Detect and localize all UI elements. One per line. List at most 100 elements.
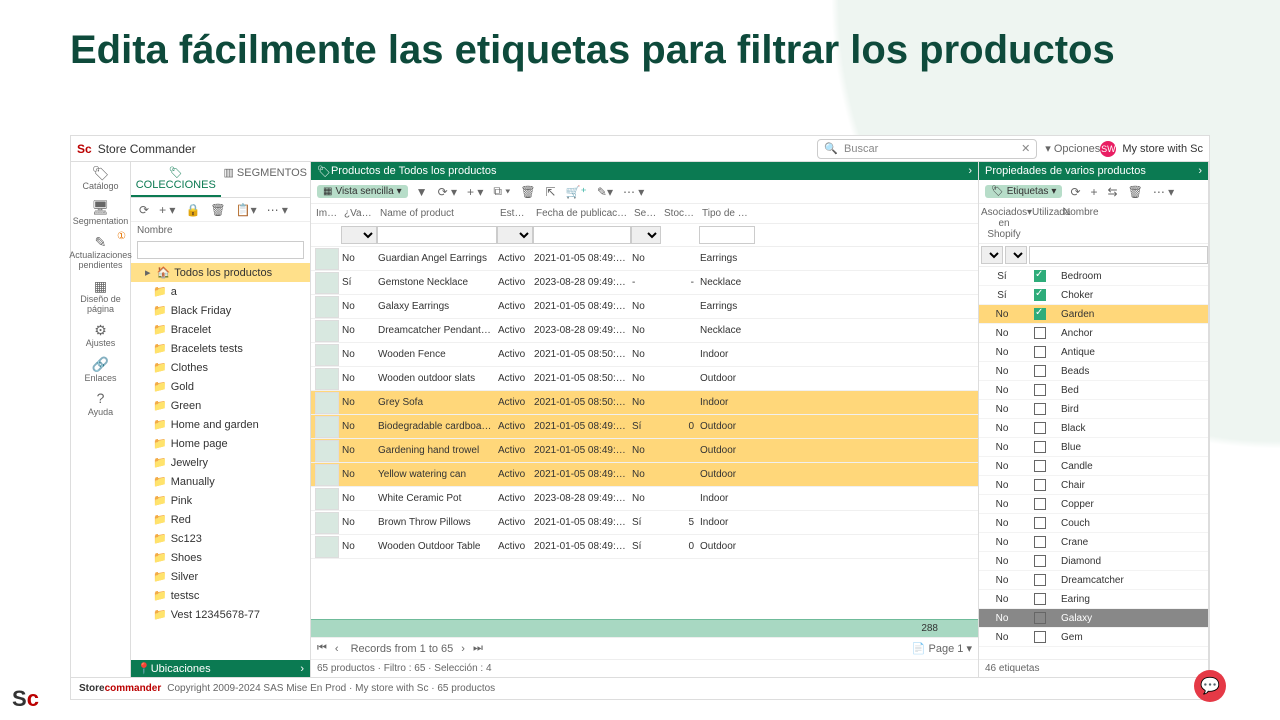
checkbox[interactable]	[1034, 593, 1046, 605]
checkbox[interactable]	[1034, 422, 1046, 434]
table-row[interactable]: NoWhite Ceramic PotActivo2023-08-28 09:4…	[311, 487, 978, 511]
table-row[interactable]: NoBiodegradable cardboard potsActivo2021…	[311, 415, 978, 439]
add-icon[interactable]: + ▾	[157, 203, 177, 217]
checkbox[interactable]	[1034, 289, 1046, 301]
prev-page-icon[interactable]: ‹	[335, 643, 339, 655]
filter-assoc[interactable]	[981, 246, 1003, 264]
table-row[interactable]: NoGardening hand trowelActivo2021-01-05 …	[311, 439, 978, 463]
filter-type[interactable]	[699, 226, 755, 244]
tree-item[interactable]: 📁Pink	[131, 491, 310, 510]
tree-item[interactable]: 📁Home page	[131, 434, 310, 453]
tree-item[interactable]: 📁Bracelet	[131, 320, 310, 339]
trash-icon[interactable]: 🗑	[1126, 185, 1145, 199]
filter-tagname[interactable]	[1029, 246, 1208, 264]
table-row[interactable]: NoYellow watering canActivo2021-01-05 08…	[311, 463, 978, 487]
refresh-icon[interactable]: ⟳ ▾	[436, 185, 459, 199]
collection-filter-input[interactable]	[137, 241, 304, 259]
checkbox[interactable]	[1034, 346, 1046, 358]
filter-status[interactable]	[497, 226, 533, 244]
clear-search-icon[interactable]: ✕	[1021, 142, 1030, 155]
filter-track[interactable]	[631, 226, 661, 244]
table-row[interactable]: NoWooden Outdoor TableActivo2021-01-05 0…	[311, 535, 978, 559]
tag-row[interactable]: NoGalaxy	[979, 609, 1208, 628]
tag-row[interactable]: NoGem	[979, 628, 1208, 647]
add-icon[interactable]: + ▾	[465, 185, 485, 199]
tag-row[interactable]: NoCopper	[979, 495, 1208, 514]
checkbox[interactable]	[1034, 441, 1046, 453]
refresh-icon[interactable]: ⟳	[1068, 185, 1082, 199]
checkbox[interactable]	[1034, 327, 1046, 339]
trash-icon[interactable]: 🗑	[518, 185, 537, 199]
sidebar-item-catalogo[interactable]: 🏷Catálogo	[71, 162, 130, 196]
refresh-icon[interactable]: ⟳	[137, 203, 151, 217]
sidebar-item-ajustes[interactable]: ⚙Ajustes	[71, 319, 130, 353]
sidebar-item-ayuda[interactable]: ?Ayuda	[71, 387, 130, 421]
next-page-icon[interactable]: ›	[461, 643, 465, 655]
more-icon[interactable]: ⋯ ▾	[1151, 185, 1176, 199]
tag-row[interactable]: NoCrane	[979, 533, 1208, 552]
tree-item[interactable]: 📁Green	[131, 396, 310, 415]
checkbox[interactable]	[1034, 631, 1046, 643]
tag-row[interactable]: NoChair	[979, 476, 1208, 495]
add-icon[interactable]: +	[1089, 185, 1100, 199]
tag-row[interactable]: NoDiamond	[979, 552, 1208, 571]
tag-row[interactable]: NoCandle	[979, 457, 1208, 476]
link-icon[interactable]: ⇆	[1106, 185, 1120, 199]
tree-item[interactable]: 📁Red	[131, 510, 310, 529]
tag-row[interactable]: NoBeads	[979, 362, 1208, 381]
table-row[interactable]: NoBrown Throw PillowsActivo2021-01-05 08…	[311, 511, 978, 535]
checkbox[interactable]	[1034, 308, 1046, 320]
table-row[interactable]: SíGemstone NecklaceActivo2023-08-28 09:4…	[311, 271, 978, 295]
table-row[interactable]: NoWooden outdoor slatsActivo2021-01-05 0…	[311, 367, 978, 391]
bulk-green-icon[interactable]: 🛒⁺	[564, 185, 589, 199]
sidebar-item-diseno[interactable]: ▦Diseño de página	[71, 275, 130, 319]
table-row[interactable]: NoGalaxy EarringsActivo2021-01-05 08:49:…	[311, 295, 978, 319]
tag-row[interactable]: NoAnchor	[979, 324, 1208, 343]
tree-item[interactable]: 📁Silver	[131, 567, 310, 586]
edit-icon[interactable]: ✎▾	[595, 185, 615, 199]
export-icon[interactable]: ⇱	[544, 185, 558, 199]
table-row[interactable]: NoGrey SofaActivo2021-01-05 08:50:00NoIn…	[311, 391, 978, 415]
checkbox[interactable]	[1034, 365, 1046, 377]
tree-item[interactable]: 📁testsc	[131, 586, 310, 605]
sidebar-item-enlaces[interactable]: 🔗Enlaces	[71, 353, 130, 387]
view-pill[interactable]: ▦ Vista sencilla ▾	[317, 185, 408, 198]
checkbox[interactable]	[1034, 403, 1046, 415]
tag-row[interactable]: NoBird	[979, 400, 1208, 419]
avatar[interactable]: SW	[1100, 141, 1116, 157]
tree-item[interactable]: 📁Vest 12345678-77	[131, 605, 310, 624]
tree-item[interactable]: 📁Clothes	[131, 358, 310, 377]
checkbox[interactable]	[1034, 479, 1046, 491]
dup-icon[interactable]: ⧉ ▾	[491, 184, 512, 199]
trash-icon[interactable]: 🗑	[208, 203, 227, 217]
lock-icon[interactable]: 🔒	[183, 203, 202, 217]
filter-date[interactable]	[533, 226, 631, 244]
tree-item[interactable]: 📁a	[131, 282, 310, 301]
tag-row[interactable]: SíChoker	[979, 286, 1208, 305]
checkbox[interactable]	[1034, 460, 1046, 472]
tags-pill[interactable]: 🏷 Etiquetas ▾	[985, 185, 1062, 198]
tree-item[interactable]: 📁Black Friday	[131, 301, 310, 320]
paste-icon[interactable]: 📋▾	[234, 203, 259, 217]
tab-segmentos[interactable]: ▥ SEGMENTOS	[221, 162, 311, 197]
tag-row[interactable]: NoCouch	[979, 514, 1208, 533]
filter-used[interactable]	[1005, 246, 1027, 264]
filter-variant[interactable]	[341, 226, 377, 244]
tag-row[interactable]: NoDreamcatcher	[979, 571, 1208, 590]
tree-item[interactable]: 📁Bracelets tests	[131, 339, 310, 358]
checkbox[interactable]	[1034, 536, 1046, 548]
tag-row[interactable]: NoBed	[979, 381, 1208, 400]
first-page-icon[interactable]: ⏮	[317, 642, 327, 655]
tag-row[interactable]: NoGarden	[979, 305, 1208, 324]
ubicaciones-bar[interactable]: 📍Ubicaciones›	[131, 660, 310, 677]
more-icon[interactable]: ⋯ ▾	[621, 185, 646, 199]
sidebar-item-actualizaciones[interactable]: ✎Actualizaciones pendientes	[71, 231, 130, 275]
checkbox[interactable]	[1034, 612, 1046, 624]
checkbox[interactable]	[1034, 270, 1046, 282]
tree-root[interactable]: 🏠Todos los productos	[131, 263, 310, 282]
tag-row[interactable]: SíBedroom	[979, 267, 1208, 286]
page-indicator[interactable]: 📄 Page 1 ▾	[912, 642, 972, 655]
last-page-icon[interactable]: ⏭	[473, 642, 483, 655]
tree-item[interactable]: 📁Sc123	[131, 529, 310, 548]
checkbox[interactable]	[1034, 517, 1046, 529]
